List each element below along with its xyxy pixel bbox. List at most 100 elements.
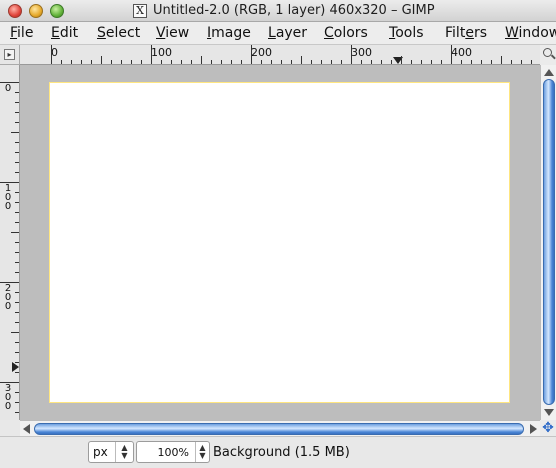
- ruler-tick: [461, 60, 462, 64]
- menu-windows[interactable]: Windows: [505, 25, 556, 41]
- ruler-tick: [331, 60, 332, 64]
- ruler-label: 0: [4, 83, 12, 94]
- scroll-right-icon[interactable]: [530, 424, 537, 434]
- scroll-down-icon[interactable]: [544, 409, 554, 416]
- ruler-tick: [481, 60, 482, 64]
- ruler-tick: [181, 60, 182, 64]
- ruler-tick: [151, 45, 152, 64]
- ruler-tick: [15, 172, 19, 173]
- unit-dropdown[interactable]: px ▲ ▼: [88, 441, 134, 463]
- ruler-tick: [15, 122, 19, 123]
- horizontal-scrollbar[interactable]: [20, 420, 540, 436]
- ruler-tick: [301, 56, 302, 64]
- ruler-label: 300: [4, 383, 12, 412]
- ruler-tick: [231, 60, 232, 64]
- menu-image[interactable]: Image: [207, 25, 251, 41]
- unit-value: px: [93, 445, 108, 459]
- zoom-dropdown[interactable]: 100% ▲ ▼: [136, 441, 210, 463]
- quick-mask-toggle-icon[interactable]: ▸: [4, 49, 15, 60]
- ruler-tick: [15, 392, 19, 393]
- ruler-tick: [15, 262, 19, 263]
- horizontal-ruler[interactable]: 0 100 200 300 400: [20, 45, 540, 65]
- menu-select[interactable]: Select: [97, 25, 140, 41]
- ruler-tick: [0, 282, 19, 283]
- ruler-label: 200: [4, 283, 12, 312]
- zoom-window-button[interactable]: [50, 4, 64, 18]
- dropdown-arrows-icon: ▲ ▼: [195, 442, 209, 462]
- window-title: Untitled-2.0 (RGB, 1 layer) 460x320 – GI…: [153, 3, 435, 18]
- ruler-tick: [341, 60, 342, 64]
- ruler-tick: [391, 60, 392, 64]
- ruler-tick: [15, 112, 19, 113]
- scroll-up-icon[interactable]: [544, 69, 554, 76]
- ruler-tick: [71, 60, 72, 64]
- ruler-tick: [11, 232, 19, 233]
- close-window-button[interactable]: [8, 4, 22, 18]
- ruler-tick: [15, 312, 19, 313]
- menu-file[interactable]: File: [10, 25, 33, 41]
- zoom-button[interactable]: [540, 45, 556, 65]
- scroll-left-icon[interactable]: [23, 424, 30, 434]
- ruler-tick: [171, 60, 172, 64]
- ruler-tick: [15, 202, 19, 203]
- ruler-tick: [401, 56, 402, 64]
- menu-layer[interactable]: Layer: [268, 25, 307, 41]
- zoom-value: 100%: [157, 446, 189, 459]
- menu-filters[interactable]: Filters: [445, 25, 487, 41]
- image-canvas[interactable]: [49, 82, 510, 403]
- layer-boundary: [49, 82, 510, 403]
- x11-app-icon: X: [133, 4, 147, 18]
- menu-colors[interactable]: Colors: [324, 25, 368, 41]
- ruler-tick: [441, 60, 442, 64]
- navigate-cross-icon[interactable]: ✥: [540, 420, 556, 436]
- ruler-tick: [15, 352, 19, 353]
- ruler-tick: [421, 60, 422, 64]
- ruler-tick: [15, 342, 19, 343]
- ruler-tick: [411, 60, 412, 64]
- menu-edit[interactable]: Edit: [51, 25, 78, 41]
- ruler-tick: [15, 322, 19, 323]
- ruler-tick: [471, 60, 472, 64]
- menu-tools[interactable]: Tools: [389, 25, 424, 41]
- ruler-tick: [511, 60, 512, 64]
- horizontal-scroll-thumb[interactable]: [34, 423, 524, 435]
- ruler-tick: [15, 162, 19, 163]
- ruler-tick: [141, 60, 142, 64]
- ruler-tick: [221, 60, 222, 64]
- vertical-ruler[interactable]: 0 100 200 300: [0, 65, 20, 420]
- ruler-tick: [281, 60, 282, 64]
- ruler-tick: [491, 60, 492, 64]
- window-titlebar: X Untitled-2.0 (RGB, 1 layer) 460x320 – …: [0, 0, 556, 22]
- ruler-tick: [15, 272, 19, 273]
- ruler-tick: [531, 60, 532, 64]
- ruler-label: 300: [351, 46, 372, 59]
- minimize-window-button[interactable]: [29, 4, 43, 18]
- ruler-tick: [121, 60, 122, 64]
- ruler-tick: [15, 302, 19, 303]
- ruler-tick: [261, 60, 262, 64]
- canvas-area[interactable]: [20, 65, 540, 420]
- zoom-magnifier-icon: [543, 48, 552, 57]
- ruler-tick: [201, 56, 202, 64]
- pointer-position-marker: [12, 362, 19, 372]
- ruler-tick: [15, 152, 19, 153]
- ruler-tick: [11, 132, 19, 133]
- vertical-scrollbar[interactable]: [540, 65, 556, 420]
- ruler-tick: [11, 332, 19, 333]
- status-message: Background (1.5 MB): [213, 445, 350, 460]
- ruler-tick: [211, 60, 212, 64]
- ruler-tick: [351, 45, 352, 64]
- menu-view[interactable]: View: [156, 25, 189, 41]
- ruler-tick: [161, 60, 162, 64]
- ruler-tick: [15, 252, 19, 253]
- ruler-tick: [371, 60, 372, 64]
- vertical-scroll-thumb[interactable]: [543, 79, 555, 405]
- ruler-tick: [15, 102, 19, 103]
- ruler-tick: [521, 60, 522, 64]
- ruler-tick: [131, 60, 132, 64]
- ruler-tick: [251, 45, 252, 64]
- ruler-tick: [15, 192, 19, 193]
- ruler-label: 200: [251, 46, 272, 59]
- quick-mask-corner: ▸: [0, 45, 20, 65]
- ruler-tick: [501, 56, 502, 64]
